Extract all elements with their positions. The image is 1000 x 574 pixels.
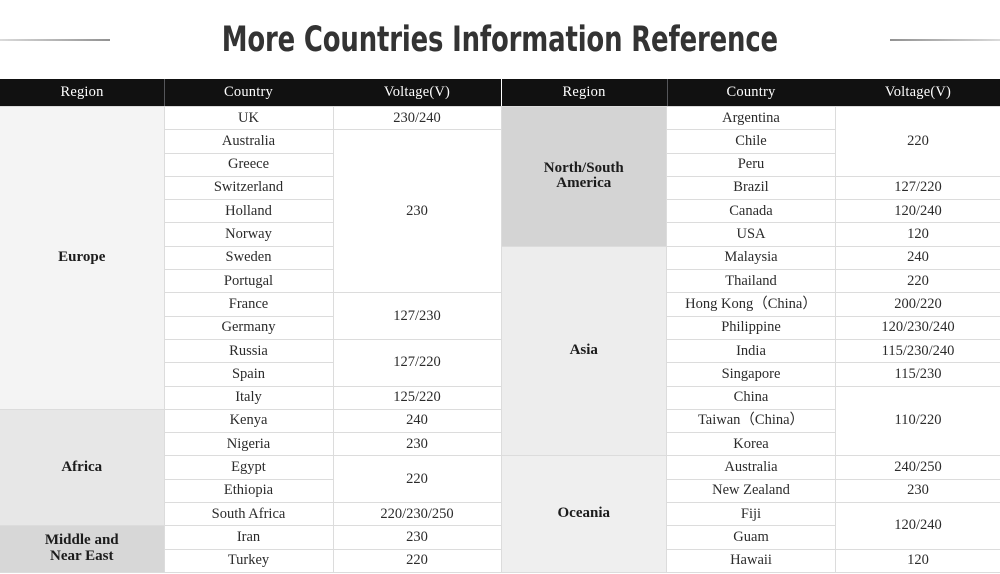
- country-cell: Portugal: [163, 269, 334, 294]
- voltage-cell: 115/230/240: [835, 338, 1000, 364]
- country-cell: Canada: [666, 199, 836, 224]
- country-cell: South Africa: [163, 502, 334, 527]
- table-row: Europe UK 230/240: [0, 105, 502, 410]
- column-header-voltage-right: Voltage(V): [835, 79, 1000, 107]
- country-cell: Hawaii: [666, 548, 836, 573]
- voltage-table-left: Region Country Voltage(V) Europe UK 230/24…: [0, 79, 502, 573]
- header-row-left: Region Country Voltage(V): [0, 79, 501, 107]
- country-cell: China: [666, 385, 836, 410]
- country-cell: Argentina: [666, 105, 836, 131]
- country-cell: Germany: [163, 315, 334, 340]
- table-row: Oceania Australia 240/250: [501, 455, 1000, 573]
- country-cell: Kenya: [163, 408, 334, 434]
- voltage-table-right: Region Country Voltage(V) North/South Ame…: [501, 79, 1000, 573]
- country-cell: Norway: [163, 222, 334, 247]
- voltage-cell: 220: [835, 106, 1000, 177]
- voltage-cell: 240: [835, 245, 1000, 271]
- region-cell: Middle and Near East: [0, 525, 165, 573]
- voltage-cell: 120: [835, 548, 1000, 573]
- region-cell: Europe: [0, 106, 165, 410]
- country-cell: Ethiopia: [163, 478, 334, 504]
- region-cell: Africa: [0, 408, 165, 527]
- country-cell: Nigeria: [163, 432, 334, 457]
- table-body-right: North/South America Argentina 220 Chile Peru B…: [501, 105, 1000, 573]
- country-cell: USA: [666, 222, 836, 247]
- country-cell: Australia: [666, 455, 836, 480]
- voltage-cell: 125/220: [332, 385, 502, 410]
- region-cell: North/South America: [501, 106, 667, 247]
- country-cell: Sweden: [163, 245, 334, 271]
- table-row: Africa Kenya 240: [0, 408, 502, 527]
- country-cell: Holland: [163, 199, 334, 224]
- page-title: More Countries Information Reference: [221, 19, 779, 60]
- voltage-cell: 127/230: [332, 292, 502, 340]
- voltage-cell: 230: [332, 432, 502, 457]
- country-cell: Italy: [163, 385, 334, 410]
- table-row: Middle and Near East Iran 230: [0, 525, 502, 573]
- country-cell: Guam: [666, 525, 836, 550]
- voltage-cell: 115/230: [835, 362, 1000, 387]
- table-row: North/South America Argentina 220: [501, 105, 1000, 247]
- voltage-cell: 230: [835, 478, 1000, 504]
- region-cell: Oceania: [501, 455, 667, 573]
- voltage-cell: 120: [835, 222, 1000, 247]
- voltage-cell: 230/240: [332, 105, 502, 131]
- country-cell: UK: [163, 105, 334, 131]
- voltage-cell: 120/240: [835, 199, 1000, 224]
- voltage-cell: 230: [332, 525, 502, 550]
- voltage-cell: 220: [835, 269, 1000, 294]
- country-cell: Thailand: [666, 269, 836, 294]
- country-cell: Turkey: [163, 548, 334, 573]
- voltage-cell: 127/220: [835, 175, 1000, 201]
- voltage-cell: 220: [332, 548, 502, 573]
- country-cell: Spain: [163, 362, 334, 387]
- voltage-cell: 240: [332, 408, 502, 434]
- country-cell: Malaysia: [666, 245, 836, 271]
- country-cell: Russia: [163, 338, 334, 364]
- country-cell: New Zealand: [666, 478, 836, 504]
- title-rule-right: [889, 38, 1000, 41]
- country-cell: Peru: [666, 152, 836, 177]
- voltage-cell: 120/240: [835, 502, 1000, 550]
- column-header-region-right: Region: [501, 79, 667, 107]
- country-cell: Philippine: [666, 315, 836, 340]
- region-cell: Asia: [501, 245, 667, 457]
- title-rule-left: [0, 38, 111, 41]
- country-cell: Iran: [163, 525, 334, 550]
- voltage-cell: 200/220: [835, 292, 1000, 317]
- country-cell: France: [163, 292, 334, 317]
- country-cell: Chile: [666, 129, 836, 154]
- table-body-left: Europe UK 230/240 Australia 230 Greece Switzer…: [0, 105, 502, 573]
- column-header-country-left: Country: [164, 79, 333, 107]
- header-row-right: Region Country Voltage(V): [501, 79, 1000, 107]
- country-cell: Switzerland: [163, 175, 334, 201]
- voltage-cell: 240/250: [835, 455, 1000, 480]
- voltage-tables: Region Country Voltage(V) Europe UK 230/24…: [0, 79, 1000, 573]
- country-cell: Singapore: [666, 362, 836, 387]
- country-cell: Australia: [163, 129, 334, 154]
- column-header-voltage-left: Voltage(V): [333, 79, 501, 107]
- table-head-right: Region Country Voltage(V): [501, 79, 1000, 107]
- voltage-cell: 230: [332, 129, 502, 294]
- country-cell: India: [666, 338, 836, 364]
- country-cell: Hong Kong（China）: [666, 292, 836, 317]
- country-cell: Egypt: [163, 455, 334, 480]
- country-cell: Taiwan（China）: [666, 408, 836, 434]
- voltage-cell: 127/220: [332, 338, 502, 387]
- page-title-bar: More Countries Information Reference: [0, 0, 1000, 79]
- table-row: Asia Malaysia 240: [501, 245, 1000, 457]
- country-cell: Brazil: [666, 175, 836, 201]
- table-head-left: Region Country Voltage(V): [0, 79, 501, 107]
- voltage-cell: 220/230/250: [332, 502, 502, 527]
- country-cell: Korea: [666, 432, 836, 457]
- country-cell: Greece: [163, 152, 334, 177]
- column-header-region-left: Region: [0, 79, 164, 107]
- column-header-country-right: Country: [666, 79, 836, 107]
- voltage-cell: 120/230/240: [835, 315, 1000, 340]
- voltage-cell: 220: [332, 455, 502, 504]
- voltage-cell: 110/220: [835, 385, 1000, 457]
- country-cell: Fiji: [666, 502, 836, 527]
